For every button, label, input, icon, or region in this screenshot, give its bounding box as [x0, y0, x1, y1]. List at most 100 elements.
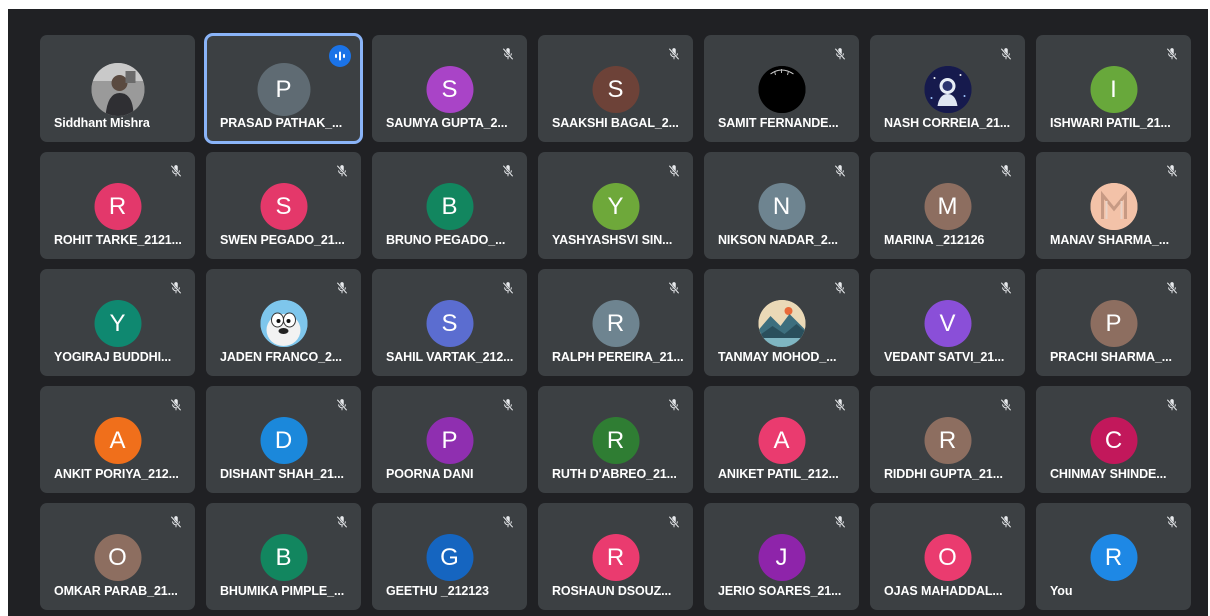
- participant-name: NIKSON NADAR_2...: [718, 233, 838, 247]
- participant-tile[interactable]: P POORNA DANI: [372, 386, 527, 493]
- participant-name: MARINA _212126: [884, 233, 985, 247]
- participant-avatar: I: [1090, 66, 1137, 113]
- participant-avatar: A: [94, 417, 141, 464]
- mic-off-icon: [998, 163, 1014, 179]
- participant-avatar: C: [1090, 417, 1137, 464]
- participant-tile[interactable]: V VEDANT SATVI_21...: [870, 269, 1025, 376]
- avatar-initial: P: [441, 426, 458, 454]
- participant-tile[interactable]: R ROSHAUN DSOUZ...: [538, 503, 693, 610]
- participant-avatar: R: [94, 183, 141, 230]
- participant-photo: [924, 66, 971, 113]
- participant-avatar: B: [260, 534, 307, 581]
- mic-off-icon: [334, 514, 350, 530]
- avatar-initial: J: [775, 543, 788, 571]
- participant-avatar: J: [758, 534, 805, 581]
- participant-tile[interactable]: D DISHANT SHAH_21...: [206, 386, 361, 493]
- participant-photo: [91, 63, 144, 116]
- participant-name: RALPH PEREIRA_21...: [552, 350, 683, 364]
- participant-tile[interactable]: R RIDDHI GUPTA_21...: [870, 386, 1025, 493]
- participant-tile[interactable]: B BHUMIKA PIMPLE_...: [206, 503, 361, 610]
- participant-name: ROHIT TARKE_2121...: [54, 233, 182, 247]
- participant-tile[interactable]: I ISHWARI PATIL_21...: [1036, 35, 1191, 142]
- mic-off-icon: [168, 280, 184, 296]
- participant-tile[interactable]: A ANIKET PATIL_212...: [704, 386, 859, 493]
- mic-off-icon: [334, 397, 350, 413]
- mic-off-icon: [832, 280, 848, 296]
- participant-name: ANIKET PATIL_212...: [718, 467, 839, 481]
- participant-avatar: O: [94, 534, 141, 581]
- participant-tile[interactable]: P PRASAD PATHAK_...: [204, 33, 363, 144]
- mic-off-icon: [1164, 46, 1180, 62]
- participant-name: SAMIT FERNANDE...: [718, 116, 839, 130]
- participant-name: You: [1050, 584, 1073, 598]
- participant-tile[interactable]: B BRUNO PEGADO_...: [372, 152, 527, 259]
- mic-off-icon: [168, 163, 184, 179]
- participant-tile[interactable]: R You: [1036, 503, 1191, 610]
- participant-tile[interactable]: Y YASHYASHSVI SIN...: [538, 152, 693, 259]
- participant-tile[interactable]: TANMAY MOHOD_...: [704, 269, 859, 376]
- avatar-initial: C: [1104, 426, 1123, 454]
- participant-tile[interactable]: JADEN FRANCO_2...: [206, 269, 361, 376]
- participant-tile[interactable]: Siddhant Mishra: [40, 35, 195, 142]
- participant-name: RUTH D'ABREO_21...: [552, 467, 677, 481]
- participant-tile[interactable]: Y YOGIRAJ BUDDHI...: [40, 269, 195, 376]
- participant-avatar: G: [426, 534, 473, 581]
- participant-tile[interactable]: C CHINMAY SHINDE...: [1036, 386, 1191, 493]
- participant-tile[interactable]: N NIKSON NADAR_2...: [704, 152, 859, 259]
- participant-avatar: V: [924, 300, 971, 347]
- participant-name: RIDDHI GUPTA_21...: [884, 467, 1003, 481]
- participant-tile[interactable]: M MARINA _212126: [870, 152, 1025, 259]
- avatar-initial: Y: [109, 309, 126, 337]
- avatar-initial: B: [275, 543, 292, 571]
- participant-tile[interactable]: P PRACHI SHARMA_...: [1036, 269, 1191, 376]
- mic-off-icon: [334, 280, 350, 296]
- participant-tile[interactable]: A ANKIT PORIYA_212...: [40, 386, 195, 493]
- participant-name: JERIO SOARES_21...: [718, 584, 842, 598]
- participant-tile[interactable]: S SWEN PEGADO_21...: [206, 152, 361, 259]
- participant-name: SAAKSHI BAGAL_2...: [552, 116, 679, 130]
- participant-photo: [260, 300, 307, 347]
- participant-tile[interactable]: O OJAS MAHADDAL...: [870, 503, 1025, 610]
- participant-avatar: P: [257, 63, 310, 116]
- participant-name: MANAV SHARMA_...: [1050, 233, 1170, 247]
- participant-avatar: D: [260, 417, 307, 464]
- participant-tile[interactable]: S SAAKSHI BAGAL_2...: [538, 35, 693, 142]
- mic-off-icon: [500, 397, 516, 413]
- participant-tile[interactable]: G GEETHU _212123: [372, 503, 527, 610]
- mic-off-icon: [1164, 163, 1180, 179]
- participant-tile[interactable]: S SAHIL VARTAK_212...: [372, 269, 527, 376]
- participant-avatar: R: [592, 300, 639, 347]
- participant-name: ANKIT PORIYA_212...: [54, 467, 179, 481]
- participant-tile[interactable]: S SAUMYA GUPTA_2...: [372, 35, 527, 142]
- participant-name: VEDANT SATVI_21...: [884, 350, 1005, 364]
- participant-tile[interactable]: O OMKAR PARAB_21...: [40, 503, 195, 610]
- avatar-initial: G: [440, 543, 459, 571]
- avatar-initial: N: [772, 192, 791, 220]
- participant-tile[interactable]: NASH CORREIA_21...: [870, 35, 1025, 142]
- participant-tile[interactable]: R RUTH D'ABREO_21...: [538, 386, 693, 493]
- mic-off-icon: [832, 163, 848, 179]
- participant-name: BRUNO PEGADO_...: [386, 233, 506, 247]
- participant-avatar: A: [758, 417, 805, 464]
- participant-tile[interactable]: R RALPH PEREIRA_21...: [538, 269, 693, 376]
- participant-name: PRASAD PATHAK_...: [220, 116, 343, 130]
- participant-grid: Siddhant Mishra P PRASAD PATHAK_... S SAUMYA…: [40, 33, 1191, 610]
- mic-off-icon: [832, 514, 848, 530]
- participant-tile[interactable]: MANAV SHARMA_...: [1036, 152, 1191, 259]
- mic-off-icon: [1164, 397, 1180, 413]
- participant-avatar: O: [924, 534, 971, 581]
- mic-off-icon: [500, 46, 516, 62]
- participant-tile[interactable]: R ROHIT TARKE_2121...: [40, 152, 195, 259]
- participant-avatar: Y: [94, 300, 141, 347]
- avatar-initial: S: [607, 75, 624, 103]
- participant-name: YASHYASHSVI SIN...: [552, 233, 673, 247]
- participant-tile[interactable]: J JERIO SOARES_21...: [704, 503, 859, 610]
- avatar-initial: S: [275, 192, 292, 220]
- participant-name: POORNA DANI: [386, 467, 474, 481]
- mic-off-icon: [832, 46, 848, 62]
- avatar-initial: A: [773, 426, 790, 454]
- mic-off-icon: [666, 514, 682, 530]
- participant-tile[interactable]: SAMIT FERNANDE...: [704, 35, 859, 142]
- participant-name: NASH CORREIA_21...: [884, 116, 1011, 130]
- meeting-stage: Siddhant Mishra P PRASAD PATHAK_... S SAUMYA…: [8, 9, 1208, 616]
